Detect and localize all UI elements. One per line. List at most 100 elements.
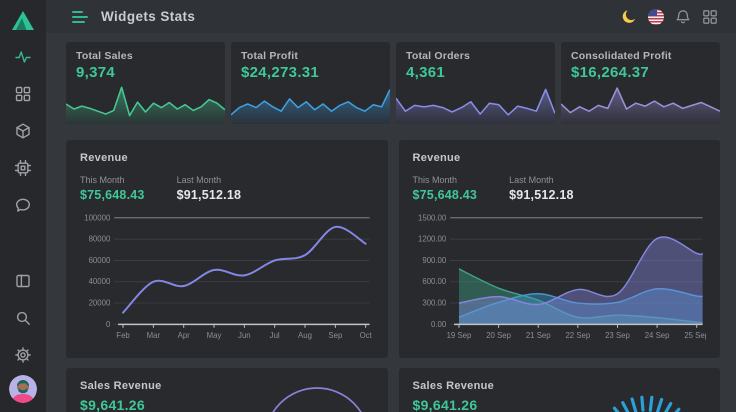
svg-text:300.00: 300.00 — [422, 298, 447, 307]
apps-menu-button[interactable] — [701, 8, 718, 25]
triangle-logo-icon — [11, 10, 35, 31]
svg-text:100000: 100000 — [84, 213, 111, 222]
consolidated-profit-sparkline-chart — [561, 82, 720, 124]
card-title: Revenue — [80, 152, 374, 164]
svg-text:1200.00: 1200.00 — [418, 235, 447, 244]
svg-text:1500.00: 1500.00 — [418, 213, 447, 222]
avatar-image — [9, 375, 37, 403]
sidebar — [0, 0, 46, 412]
sidebar-item-packages[interactable] — [0, 112, 46, 149]
svg-text:Oct: Oct — [360, 331, 373, 340]
main-content: Total Sales 9,374 Total Profit $24,273.3… — [46, 33, 736, 412]
sales-cards-row: Sales Revenue $9,641.26 Sales Revenue $9… — [66, 368, 720, 412]
cpu-icon — [15, 160, 31, 176]
us-flag-icon — [648, 9, 664, 25]
svg-text:20 Sep: 20 Sep — [486, 331, 511, 340]
sidebar-item-search[interactable] — [0, 299, 46, 336]
page-title: Widgets Stats — [101, 9, 195, 24]
stat-card-consolidated-profit: Consolidated Profit $16,264.37 — [561, 42, 720, 124]
svg-text:Sep: Sep — [328, 331, 343, 340]
this-month-value: $75,648.43 — [80, 188, 145, 202]
total-sales-sparkline-chart — [66, 82, 225, 124]
svg-text:40000: 40000 — [89, 277, 111, 286]
bell-icon — [675, 9, 691, 25]
sidebar-item-messages[interactable] — [0, 186, 46, 223]
svg-text:60000: 60000 — [89, 256, 111, 265]
user-avatar[interactable] — [9, 375, 37, 403]
stat-card-total-orders: Total Orders 4,361 — [396, 42, 555, 124]
svg-text:600.00: 600.00 — [422, 277, 447, 286]
stat-label: Consolidated Profit — [571, 50, 710, 62]
dark-mode-toggle[interactable] — [620, 8, 637, 25]
notifications-button[interactable] — [674, 8, 691, 25]
app-logo[interactable] — [11, 2, 35, 38]
sidebar-item-activity[interactable] — [0, 38, 46, 75]
svg-text:25 Sep: 25 Sep — [684, 331, 706, 340]
this-month-label: This Month — [80, 175, 145, 185]
grid-icon — [15, 86, 31, 102]
last-month-label: Last Month — [177, 175, 242, 185]
gear-icon — [15, 347, 31, 363]
stat-value: $16,264.37 — [571, 64, 710, 81]
svg-text:0.00: 0.00 — [431, 320, 447, 329]
total-orders-sparkline-chart — [396, 82, 555, 124]
stat-value: 4,361 — [406, 64, 545, 81]
stat-value: 9,374 — [76, 64, 215, 81]
last-month-value: $91,512.18 — [509, 188, 574, 202]
revenue-cards-row: Revenue This Month $75,648.43 Last Month… — [66, 140, 720, 358]
svg-text:Jun: Jun — [238, 331, 251, 340]
svg-text:20000: 20000 — [89, 298, 111, 307]
svg-text:Jul: Jul — [270, 331, 280, 340]
svg-text:Apr: Apr — [178, 331, 191, 340]
svg-text:21 Sep: 21 Sep — [525, 331, 550, 340]
last-month-value: $91,512.18 — [177, 188, 242, 202]
donut-gauge-chart — [262, 378, 372, 412]
sales-revenue-card-right: Sales Revenue $9,641.26 — [399, 368, 721, 412]
svg-text:24 Sep: 24 Sep — [644, 331, 669, 340]
sidebar-item-layout[interactable] — [0, 262, 46, 299]
layout-icon — [15, 273, 31, 289]
svg-text:900.00: 900.00 — [422, 256, 447, 265]
svg-text:Feb: Feb — [116, 331, 130, 340]
this-month-label: This Month — [413, 175, 478, 185]
svg-text:0: 0 — [106, 320, 111, 329]
this-month-value: $75,648.43 — [413, 188, 478, 202]
moon-icon — [621, 9, 637, 25]
sidebar-bottom-group — [0, 262, 46, 412]
stat-card-total-profit: Total Profit $24,273.31 — [231, 42, 390, 124]
search-icon — [15, 310, 31, 326]
chat-icon — [15, 197, 31, 213]
svg-text:19 Sep: 19 Sep — [446, 331, 471, 340]
revenue-area-card: Revenue This Month $75,648.43 Last Month… — [399, 140, 721, 358]
total-profit-sparkline-chart — [231, 82, 390, 124]
stat-value: $24,273.31 — [241, 64, 380, 81]
stat-label: Total Sales — [76, 50, 215, 62]
activity-icon — [15, 49, 31, 65]
stat-label: Total Orders — [406, 50, 545, 62]
menu-toggle-icon[interactable] — [72, 11, 88, 23]
apps-grid-icon — [702, 9, 718, 25]
sidebar-item-system[interactable] — [0, 149, 46, 186]
language-selector[interactable] — [647, 8, 664, 25]
stat-label: Total Profit — [241, 50, 380, 62]
top-header: Widgets Stats — [46, 0, 736, 33]
svg-text:Mar: Mar — [147, 331, 161, 340]
svg-text:22 Sep: 22 Sep — [565, 331, 590, 340]
stat-cards-row: Total Sales 9,374 Total Profit $24,273.3… — [66, 42, 720, 124]
sidebar-item-dashboard[interactable] — [0, 75, 46, 112]
card-title: Revenue — [413, 152, 707, 164]
sidebar-item-settings[interactable] — [0, 336, 46, 373]
revenue-area-chart: 1500.00 1200.00 900.00 600.00 300.00 0.00 19 S… — [413, 208, 707, 350]
svg-text:80000: 80000 — [89, 235, 111, 244]
revenue-line-chart: 0 20000 40000 60000 80000 100000 Feb Mar Apr May J… — [80, 208, 374, 350]
revenue-summary: This Month $75,648.43 Last Month $91,512… — [80, 175, 374, 202]
sales-revenue-card-left: Sales Revenue $9,641.26 — [66, 368, 388, 412]
dashboard-page: Widgets Stats Total Sales — [0, 0, 736, 412]
stat-card-total-sales: Total Sales 9,374 — [66, 42, 225, 124]
package-icon — [15, 123, 31, 139]
last-month-label: Last Month — [509, 175, 574, 185]
svg-text:Aug: Aug — [298, 331, 312, 340]
svg-text:May: May — [207, 331, 222, 340]
tick-gauge-chart — [584, 378, 704, 412]
revenue-summary: This Month $75,648.43 Last Month $91,512… — [413, 175, 707, 202]
